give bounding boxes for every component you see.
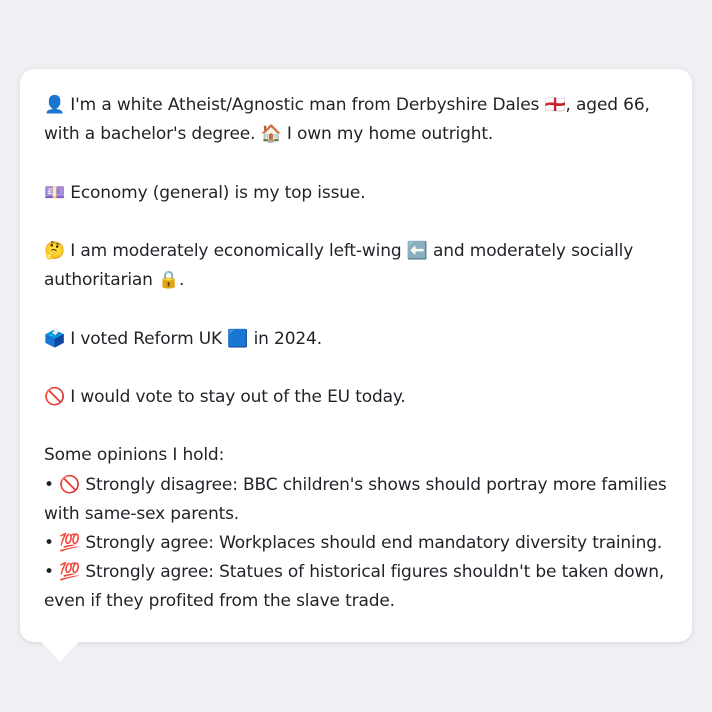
opinions-heading: Some opinions I hold: (44, 445, 225, 466)
vote-text: 🗳️ I voted Reform UK 🟦 in 2024. (44, 328, 322, 349)
eu-text: 🚫 I would vote to stay out of the EU tod… (44, 386, 406, 407)
opinions-list: • 🚫 Strongly disagree: BBC children's sh… (44, 471, 668, 617)
top-issue-text: 💷 Economy (general) is my top issue. (44, 182, 366, 203)
ideology-text: 🤔 I am moderately economically left-wing… (44, 240, 634, 291)
opinion-item: • 💯 Strongly agree: Workplaces should en… (44, 532, 663, 553)
opinion-item: • 💯 Strongly agree: Statues of historica… (44, 562, 665, 612)
identity-text: 👤 I'm a white Atheist/Agnostic man from … (44, 95, 650, 145)
opinion-item: • 🚫 Strongly disagree: BBC children's sh… (44, 474, 667, 524)
bubble-tail (40, 641, 80, 662)
message-bubble: 👤 I'm a white Atheist/Agnostic man from … (20, 69, 692, 642)
